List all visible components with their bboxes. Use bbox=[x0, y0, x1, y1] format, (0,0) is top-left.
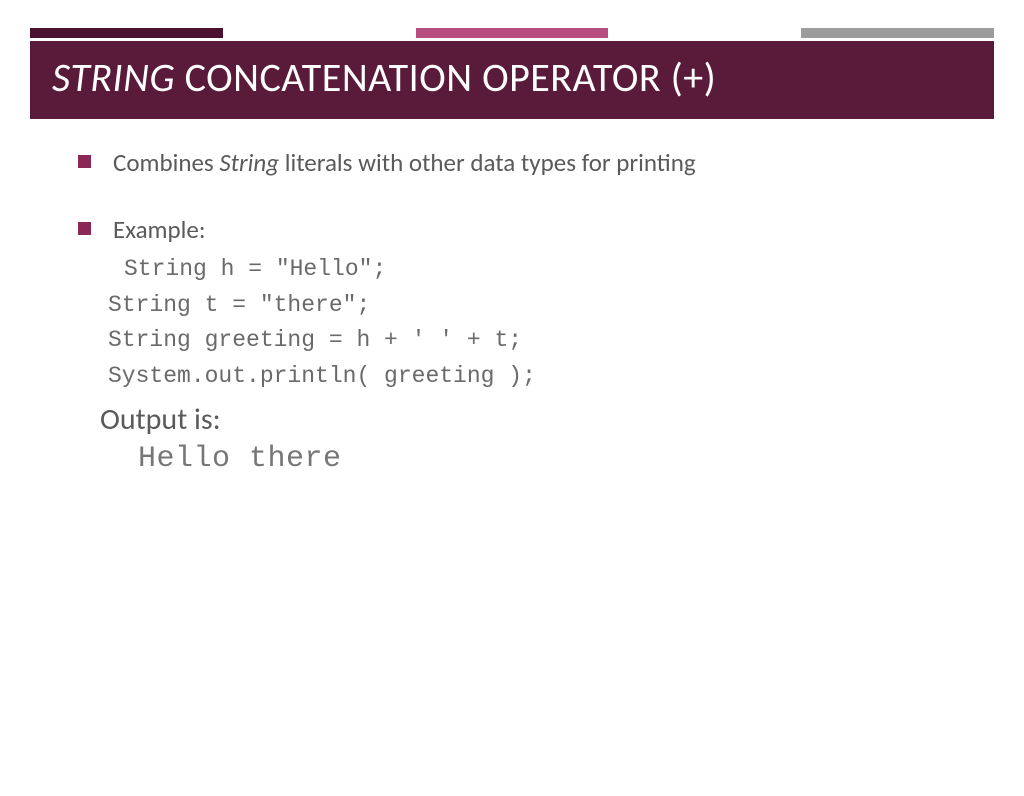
code-line: System.out.println( greeting ); bbox=[108, 359, 964, 395]
bullet-icon bbox=[78, 222, 91, 235]
stripe-pink bbox=[416, 28, 609, 38]
accent-stripes bbox=[30, 28, 994, 38]
title-italic: STRING bbox=[52, 53, 175, 102]
bullet-post: literals with other data types for print… bbox=[279, 147, 696, 178]
code-line: String h = "Hello"; bbox=[124, 252, 964, 288]
content-area: Combines String literals with other data… bbox=[0, 119, 1024, 476]
bullet-italic: String bbox=[219, 147, 279, 178]
output-text: Hello there bbox=[138, 442, 964, 476]
code-block: String h = "Hello"; String t = "there"; … bbox=[118, 252, 964, 395]
bullet-text: Combines String literals with other data… bbox=[113, 147, 696, 180]
example-label: Example: bbox=[113, 214, 206, 247]
slide-title: STRING CONCATENATION OPERATOR (+) bbox=[52, 55, 972, 101]
stripe-gray bbox=[801, 28, 994, 38]
code-line: String greeting = h + ' ' + t; bbox=[108, 323, 964, 359]
stripe-dark bbox=[30, 28, 223, 38]
bullet-icon bbox=[78, 155, 91, 168]
bullet-item: Example: bbox=[70, 214, 964, 247]
bullet-pre: Combines bbox=[113, 147, 219, 178]
title-rest: CONCATENATION OPERATOR (+) bbox=[175, 53, 716, 102]
title-band: STRING CONCATENATION OPERATOR (+) bbox=[30, 41, 994, 119]
code-line: String t = "there"; bbox=[108, 288, 964, 324]
output-label: Output is: bbox=[100, 401, 964, 438]
bullet-item: Combines String literals with other data… bbox=[70, 147, 964, 180]
